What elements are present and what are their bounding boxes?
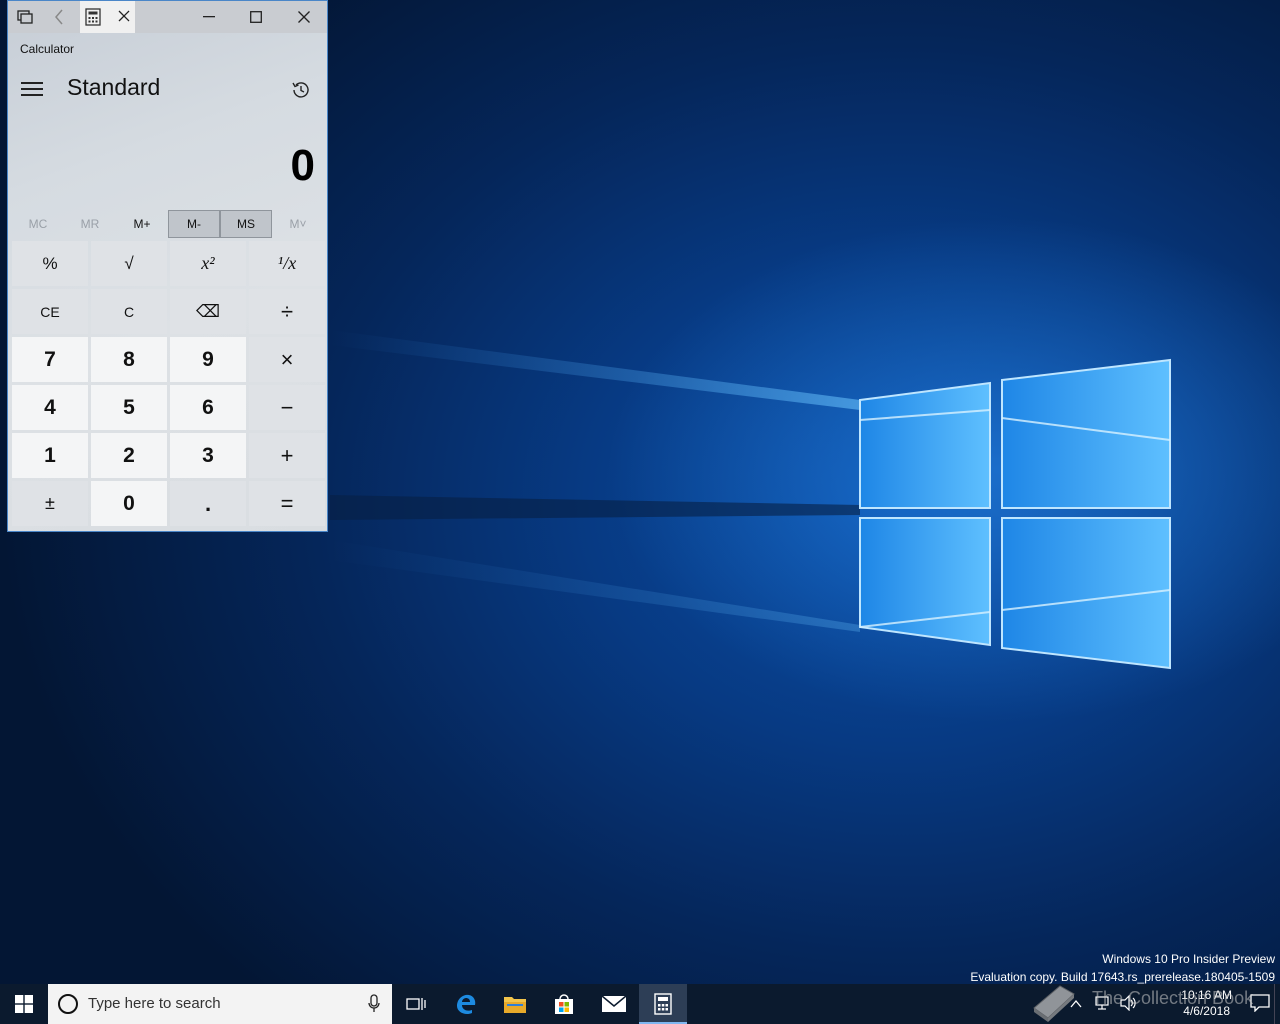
tab-calculator[interactable] [80,1,135,33]
close-tab-icon[interactable] [118,9,130,27]
taskbar: Type here to search 10:16 AM 4/6/2018 [0,984,1280,1024]
square-button[interactable]: x² [170,241,246,286]
memory-subtract-button[interactable]: M- [168,210,220,238]
history-icon[interactable] [290,79,316,105]
square-root-button[interactable]: √ [91,241,167,286]
store-icon [555,994,573,1014]
start-button[interactable] [0,984,48,1024]
set-aside-tabs-icon[interactable] [8,1,42,33]
equals-button[interactable]: = [249,481,325,526]
calculator-window: Calculator Standard 0 MC MR M+ M- MS M˅ … [7,0,328,532]
book-watermark-icon [1033,985,1075,1022]
divide-button[interactable]: ÷ [249,289,325,334]
build-text: Evaluation copy. Build 17643.rs_prerelea… [970,970,1275,984]
memory-clear-button[interactable]: MC [12,210,64,238]
file-explorer-button[interactable] [491,984,539,1024]
memory-store-button[interactable]: MS [220,210,272,238]
decimal-button[interactable]: . [170,481,246,526]
digit-9-button[interactable]: 9 [170,337,246,382]
maximize-button[interactable] [233,1,279,33]
memory-add-button[interactable]: M+ [116,210,168,238]
folder-icon [504,997,526,1013]
build-watermark: Windows 10 Pro Insider Preview Evaluatio… [970,950,1275,984]
memory-row: MC MR M+ M- MS M˅ [12,210,324,238]
edge-icon [457,994,476,1015]
calculator-icon [654,993,672,1015]
digit-6-button[interactable]: 6 [170,385,246,430]
back-icon[interactable] [42,1,76,33]
menu-icon[interactable] [21,79,43,99]
result-display: 0 [290,141,315,190]
percent-button[interactable]: % [12,241,88,286]
multiply-button[interactable]: × [249,337,325,382]
clear-entry-button[interactable]: CE [12,289,88,334]
subtract-button[interactable]: − [249,385,325,430]
digit-5-button[interactable]: 5 [91,385,167,430]
backspace-button[interactable]: ⌫ [170,289,246,334]
digit-8-button[interactable]: 8 [91,337,167,382]
digit-3-button[interactable]: 3 [170,433,246,478]
keypad: % √ x² ¹/x CE C ⌫ ÷ 7 8 9 × 4 5 6 − 1 2 … [12,241,325,529]
negate-button[interactable]: ± [12,481,88,526]
clear-button[interactable]: C [91,289,167,334]
windows-start-icon [15,995,33,1013]
minimize-button[interactable] [186,1,232,33]
mode-title: Standard [67,74,161,100]
search-box[interactable]: Type here to search [48,984,392,1024]
show-desktop-button[interactable] [1274,984,1280,1024]
add-button[interactable]: + [249,433,325,478]
cortana-icon [58,994,78,1014]
store-button[interactable] [540,984,588,1024]
calculator-taskbar-button[interactable] [639,984,687,1024]
digit-1-button[interactable]: 1 [12,433,88,478]
memory-recall-button[interactable]: MR [64,210,116,238]
edge-button[interactable] [442,984,490,1024]
close-button[interactable] [281,1,327,33]
digit-4-button[interactable]: 4 [12,385,88,430]
mail-button[interactable] [590,984,638,1024]
digit-0-button[interactable]: 0 [91,481,167,526]
edition-text: Windows 10 Pro Insider Preview [1102,952,1275,966]
reciprocal-button[interactable]: ¹/x [249,241,325,286]
mail-icon [601,995,627,1012]
task-view-button[interactable] [392,984,440,1024]
task-view-icon [406,998,426,1010]
microphone-icon[interactable] [368,994,380,1014]
collection-book-watermark: The Collection Book [1092,988,1254,1008]
calculator-tab-icon [85,8,101,31]
app-title: Calculator [20,42,75,56]
title-bar[interactable] [8,1,327,33]
digit-2-button[interactable]: 2 [91,433,167,478]
digit-7-button[interactable]: 7 [12,337,88,382]
memory-list-button[interactable]: M˅ [272,210,324,238]
search-input[interactable]: Type here to search [88,995,221,1012]
